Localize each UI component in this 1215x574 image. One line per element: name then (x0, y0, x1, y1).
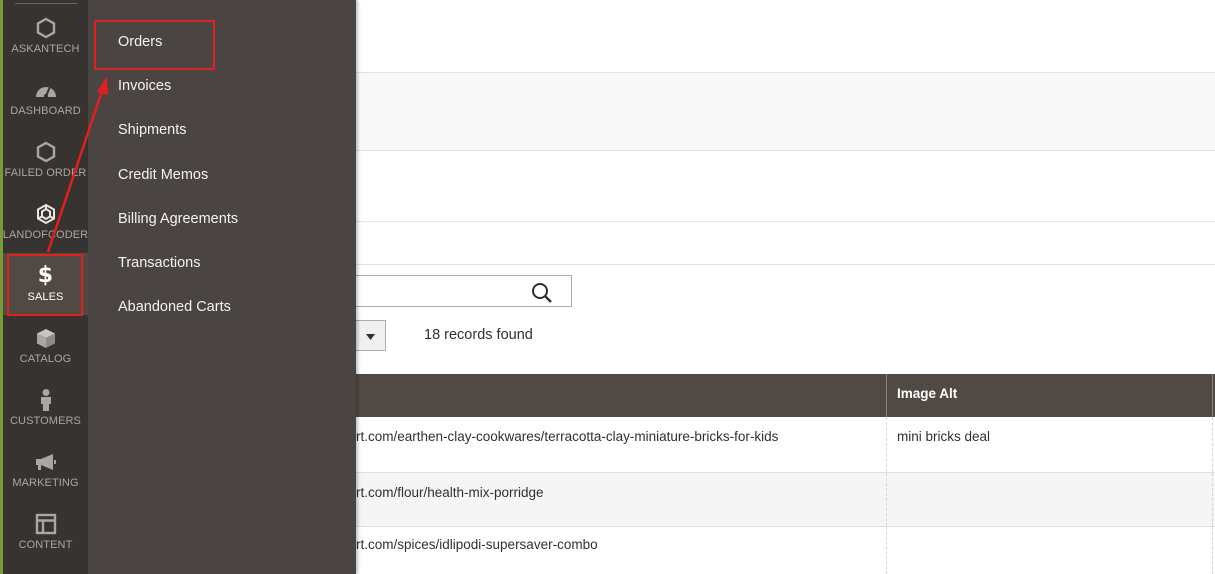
cell-image-alt: mini bricks deal (886, 417, 1212, 472)
table-row[interactable]: rt.com/spices/idlipodi-supersaver-combo (356, 527, 1215, 574)
cell-image-alt (886, 473, 1212, 526)
divider (356, 264, 1215, 265)
nav-item-customers[interactable]: CUSTOMERS (3, 377, 88, 439)
nav-divider (15, 3, 77, 4)
chevron-down-icon (366, 327, 375, 345)
cell-url: rt.com/spices/idlipodi-supersaver-combo (356, 537, 598, 552)
speedometer-icon (34, 79, 58, 101)
submenu-item-shipments[interactable]: Shipments (118, 122, 187, 138)
mass-action-select[interactable] (356, 320, 386, 351)
cell-url: rt.com/flour/health-mix-porridge (356, 485, 544, 500)
hexagon-icon (36, 17, 56, 39)
sales-submenu: Orders Invoices Shipments Credit Memos B… (88, 0, 356, 574)
cell-divider (1212, 527, 1214, 574)
orders-highlight-box (94, 20, 215, 70)
nav-item-landofcoder[interactable]: LANDOFCODER (3, 191, 88, 253)
nav-item-askantech[interactable]: ASKANTECH (3, 5, 88, 67)
page-actions-band (356, 72, 1215, 151)
nav-item-marketing[interactable]: MARKETING (3, 439, 88, 501)
cube-icon (35, 327, 57, 349)
megaphone-icon (34, 451, 58, 473)
person-icon (38, 389, 54, 411)
records-found: 18 records found (424, 327, 533, 343)
nav-item-content[interactable]: CONTENT (3, 501, 88, 563)
nav-label: DASHBOARD (10, 105, 81, 117)
cell-divider (1212, 417, 1214, 472)
nav-item-dashboard[interactable]: DASHBOARD (3, 67, 88, 129)
nav-label: MARKETING (12, 477, 79, 489)
nav-label: LANDOFCODER (2, 229, 89, 241)
table-row[interactable]: rt.com/flour/health-mix-porridge (356, 473, 1215, 527)
grid-header: Image Alt (356, 374, 1215, 417)
hexagon-icon (36, 141, 56, 163)
nav-label: FAILED ORDER (4, 167, 87, 179)
nav-label: CATALOG (19, 353, 72, 365)
landofcoder-logo-icon (35, 203, 57, 225)
column-divider (1212, 374, 1213, 417)
nav-label: CONTENT (18, 539, 73, 551)
submenu-item-credit-memos[interactable]: Credit Memos (118, 167, 208, 183)
submenu-item-transactions[interactable]: Transactions (118, 255, 200, 271)
cell-divider (1212, 473, 1214, 526)
nav-item-failed-order[interactable]: FAILED ORDER (3, 129, 88, 191)
divider (356, 221, 1215, 222)
cell-image-alt (886, 527, 1212, 574)
cell-url: rt.com/earthen-clay-cookwares/terracotta… (356, 429, 779, 444)
search-icon[interactable] (531, 282, 553, 304)
nav-item-catalog[interactable]: CATALOG (3, 315, 88, 377)
sales-highlight-box (7, 254, 83, 316)
submenu-item-invoices[interactable]: Invoices (118, 78, 171, 94)
submenu-item-abandoned-carts[interactable]: Abandoned Carts (118, 299, 231, 315)
layout-icon (35, 513, 57, 535)
column-header-image-alt[interactable]: Image Alt (886, 374, 1212, 417)
keyword-search-input[interactable] (356, 275, 572, 307)
submenu-item-billing-agreements[interactable]: Billing Agreements (118, 211, 238, 227)
nav-label: ASKANTECH (11, 43, 80, 55)
nav-label: CUSTOMERS (10, 415, 81, 427)
main-content: 18 records found Image Alt rt.com/earthe… (356, 0, 1215, 574)
table-row[interactable]: rt.com/earthen-clay-cookwares/terracotta… (356, 417, 1215, 473)
